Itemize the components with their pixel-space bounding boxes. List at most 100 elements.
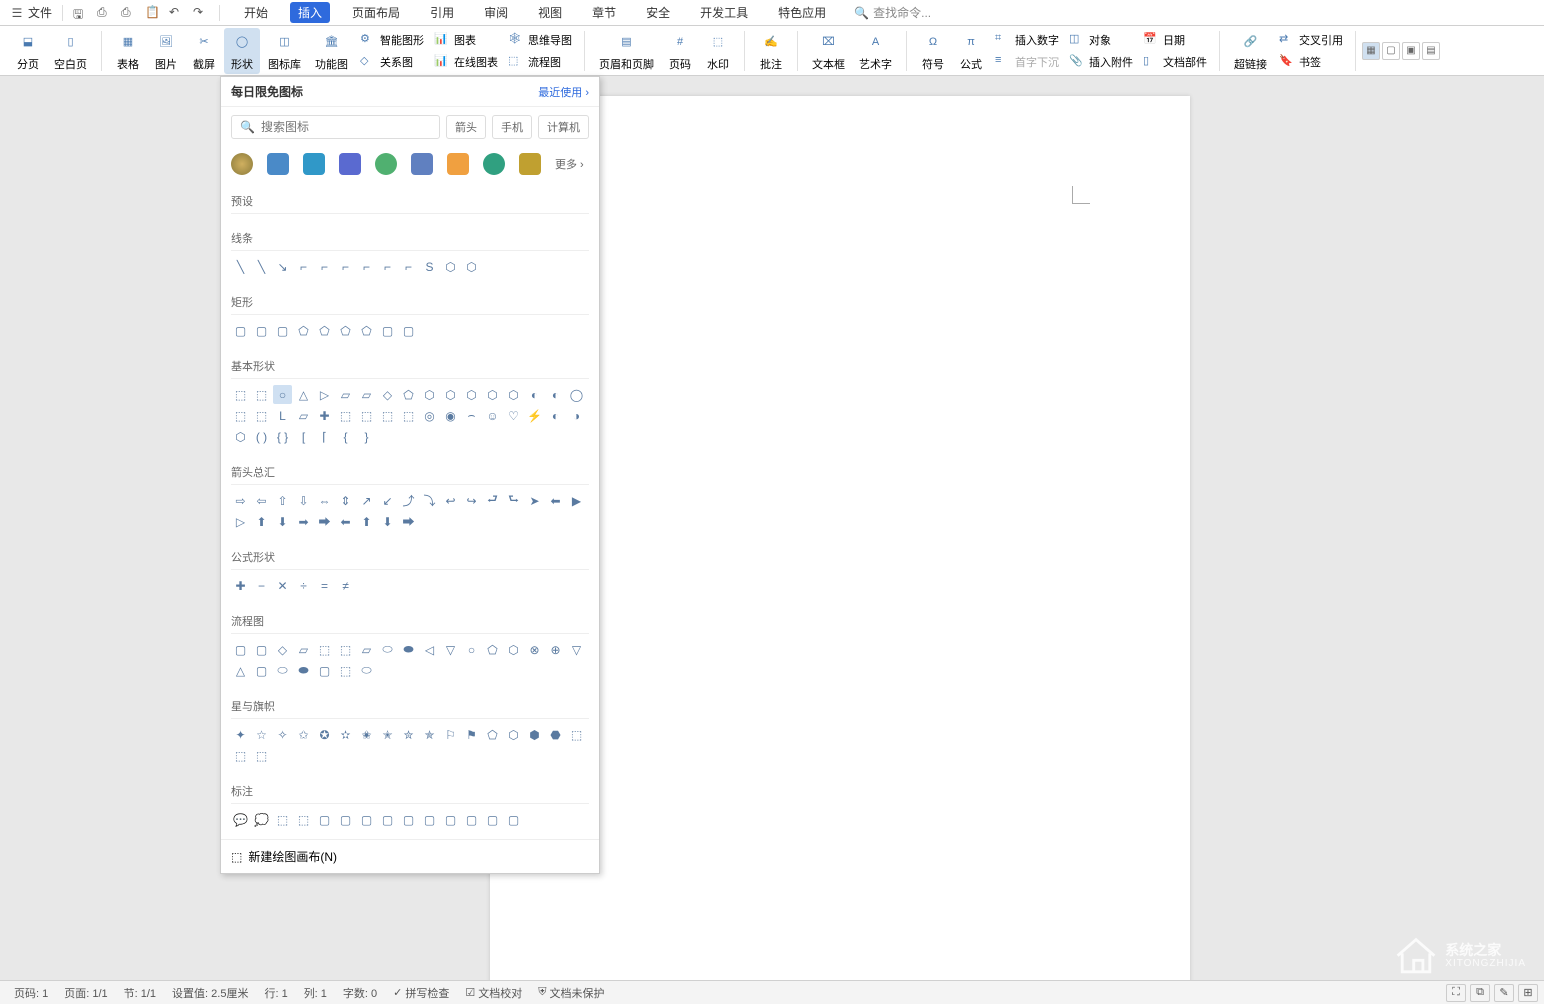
undo-icon[interactable]: ↶ — [169, 5, 185, 21]
shape-option[interactable]: ◑ — [567, 406, 586, 425]
tab-view[interactable]: 视图 — [530, 2, 570, 23]
screenshot-button[interactable]: ✂ 截屏 — [186, 28, 222, 74]
shape-option[interactable]: ☺ — [483, 406, 502, 425]
shape-option[interactable]: ⬚ — [231, 746, 250, 765]
status-page-num[interactable]: 页码: 1 — [6, 985, 56, 1001]
shape-option[interactable]: ↘ — [273, 257, 292, 276]
shape-option[interactable]: ▢ — [378, 321, 397, 340]
shape-option[interactable]: ⚑ — [462, 725, 481, 744]
smartart-button[interactable]: 🏛 功能图 — [309, 28, 354, 74]
bookmark-button[interactable]: 🔖书签 — [1275, 52, 1347, 72]
crossref-button[interactable]: ⇄交叉引用 — [1275, 30, 1347, 50]
shape-option[interactable]: ⇔ — [315, 491, 334, 510]
shape-option[interactable]: ⌐ — [378, 257, 397, 276]
recent-link[interactable]: 最近使用 › — [538, 84, 589, 100]
blank-page-button[interactable]: ▯ 空白页 — [48, 28, 93, 74]
shape-option[interactable]: { } — [273, 427, 292, 446]
status-word-count[interactable]: 字数: 0 — [335, 985, 385, 1001]
shape-option[interactable]: ⚡ — [525, 406, 544, 425]
online-chart-button[interactable]: 📊在线图表 — [430, 52, 502, 72]
redo-icon[interactable]: ↷ — [193, 5, 209, 21]
shape-option[interactable]: ▢ — [252, 661, 271, 680]
shape-option[interactable]: ✫ — [336, 725, 355, 744]
shape-option[interactable]: ▢ — [252, 321, 271, 340]
flowchart-button[interactable]: ⬚流程图 — [504, 52, 576, 72]
shape-option[interactable]: ⬇ — [378, 512, 397, 531]
shape-option[interactable]: ⬚ — [252, 746, 271, 765]
shape-option[interactable]: ⬚ — [231, 406, 250, 425]
command-search[interactable]: 🔍 查找命令... — [854, 4, 931, 21]
shape-option[interactable]: ↪ — [462, 491, 481, 510]
shape-option[interactable]: ⬇ — [273, 512, 292, 531]
shape-option[interactable]: ◐ — [546, 406, 565, 425]
tab-developer[interactable]: 开发工具 — [692, 2, 756, 23]
shape-option[interactable]: ⬡ — [441, 385, 460, 404]
page-break-button[interactable]: ⬓ 分页 — [10, 28, 46, 74]
shape-option[interactable]: ▢ — [420, 810, 439, 829]
shape-option[interactable]: ⬭ — [273, 661, 292, 680]
shape-option[interactable]: ✭ — [378, 725, 397, 744]
shape-option[interactable]: ÷ — [294, 576, 313, 595]
shape-option[interactable]: ▢ — [462, 810, 481, 829]
shape-option[interactable]: ⬚ — [231, 385, 250, 404]
shape-option[interactable]: ⬡ — [462, 385, 481, 404]
shape-option[interactable]: ▷ — [315, 385, 334, 404]
shape-option[interactable]: ▢ — [399, 810, 418, 829]
header-footer-button[interactable]: ▤ 页眉和页脚 — [593, 28, 660, 74]
paste-icon[interactable]: 📋 — [145, 5, 161, 21]
tab-page-layout[interactable]: 页面布局 — [344, 2, 408, 23]
icon-lib-button[interactable]: ◫ 图标库 — [262, 28, 307, 74]
edit-icon[interactable]: ✎ — [1494, 984, 1514, 1002]
tab-review[interactable]: 审阅 — [476, 2, 516, 23]
shape-option[interactable]: ♡ — [504, 406, 523, 425]
shape-option[interactable]: ✩ — [294, 725, 313, 744]
shape-option[interactable]: ⬠ — [357, 321, 376, 340]
shape-option[interactable]: ⌐ — [315, 257, 334, 276]
tab-references[interactable]: 引用 — [422, 2, 462, 23]
shape-option[interactable]: ⬚ — [567, 725, 586, 744]
shape-option[interactable]: ⬭ — [378, 640, 397, 659]
shape-option[interactable]: ⬬ — [294, 661, 313, 680]
status-position[interactable]: 设置值: 2.5厘米 — [164, 985, 256, 1001]
shape-option[interactable]: ▽ — [567, 640, 586, 659]
relation-button[interactable]: ◇关系图 — [356, 52, 428, 72]
shape-option[interactable]: ⬚ — [336, 406, 355, 425]
shape-option[interactable]: ⬡ — [441, 257, 460, 276]
shape-option[interactable]: ⬠ — [399, 385, 418, 404]
print-icon[interactable]: ⎙ — [121, 5, 137, 21]
shape-option[interactable]: ▢ — [336, 810, 355, 829]
shape-option[interactable]: S — [420, 257, 439, 276]
shape-option[interactable]: ✮ — [399, 725, 418, 744]
shape-option[interactable]: ⬡ — [504, 725, 523, 744]
status-page-count[interactable]: 页面: 1/1 — [56, 985, 115, 1001]
shape-option[interactable]: ✬ — [357, 725, 376, 744]
shape-option[interactable]: ▢ — [231, 640, 250, 659]
shape-option[interactable]: ▢ — [504, 810, 523, 829]
shape-option[interactable]: ⇕ — [336, 491, 355, 510]
shape-option[interactable]: ⊕ — [546, 640, 565, 659]
shape-option[interactable]: ⬅ — [546, 491, 565, 510]
featured-icon[interactable] — [339, 153, 361, 175]
shape-option[interactable]: ◉ — [441, 406, 460, 425]
shape-option[interactable]: ➡ — [294, 512, 313, 531]
shape-option[interactable]: ⇧ — [273, 491, 292, 510]
shape-option[interactable]: ▱ — [336, 385, 355, 404]
object-button[interactable]: ◫对象 — [1065, 30, 1137, 50]
shape-option[interactable]: ⊗ — [525, 640, 544, 659]
status-section[interactable]: 节: 1/1 — [116, 985, 164, 1001]
shape-option[interactable]: ⬚ — [399, 406, 418, 425]
shape-option[interactable]: ⤴ — [399, 491, 418, 510]
shape-option[interactable]: ⚐ — [441, 725, 460, 744]
shape-option[interactable]: ▱ — [294, 640, 313, 659]
shape-option[interactable]: ▢ — [357, 810, 376, 829]
tab-section[interactable]: 章节 — [584, 2, 624, 23]
shape-option[interactable]: ▢ — [399, 321, 418, 340]
shape-option[interactable]: ⌐ — [294, 257, 313, 276]
shape-option[interactable]: ▢ — [483, 810, 502, 829]
featured-icon[interactable] — [411, 153, 433, 175]
shape-option[interactable]: ⬡ — [231, 427, 250, 446]
shape-option[interactable]: ▶ — [567, 491, 586, 510]
shape-option[interactable]: } — [357, 427, 376, 446]
shape-option[interactable]: ⇩ — [294, 491, 313, 510]
shape-option[interactable]: ⮕ — [399, 512, 418, 531]
